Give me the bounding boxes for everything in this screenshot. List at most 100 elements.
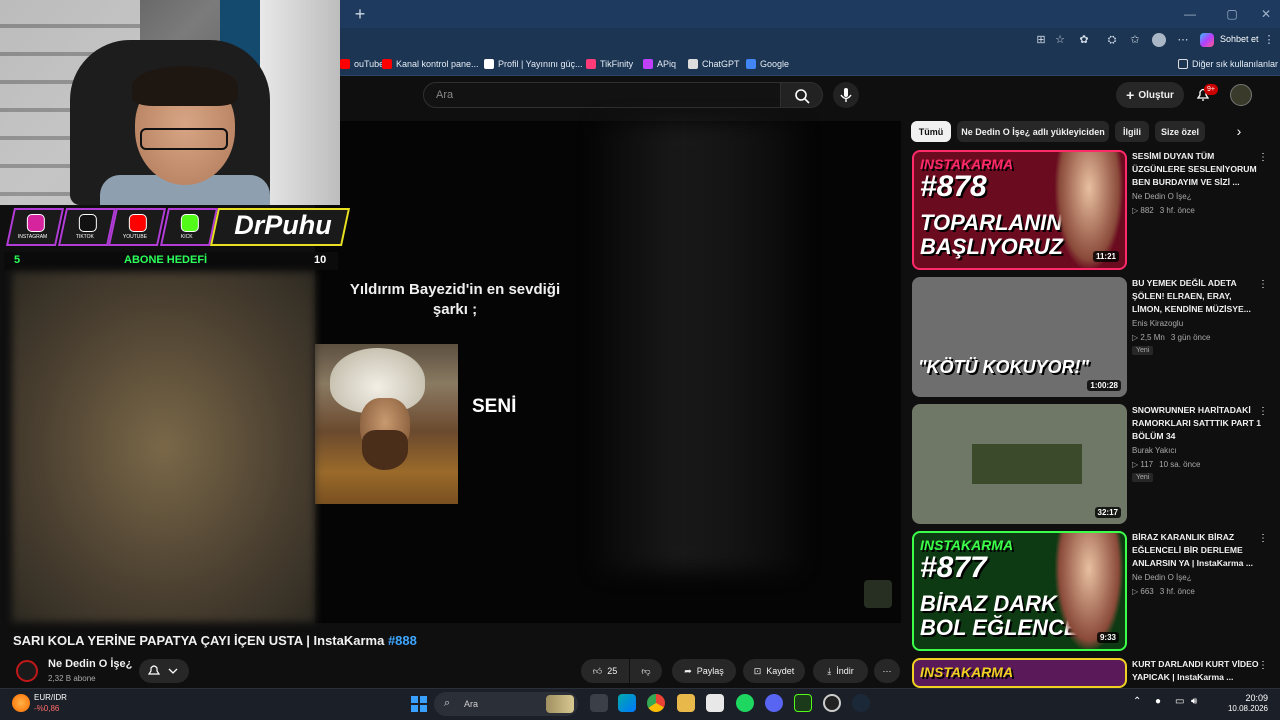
video-hashtag[interactable]: #888: [388, 633, 417, 648]
video-meta: ▷ 663 3 hf. önce: [1132, 587, 1195, 596]
video-menu-icon[interactable]: ⋮: [1258, 660, 1268, 671]
video-menu-icon[interactable]: ⋮: [1258, 279, 1268, 290]
favorites-icon[interactable]: ✩: [1128, 33, 1142, 47]
video-thumbnail[interactable]: "KÖTÜ KOKUYOR!" 1:00:28: [912, 277, 1127, 397]
upload-age: 3 hf. önce: [1159, 587, 1195, 596]
social-badge: YOUTUBE: [107, 208, 167, 246]
video-title-link[interactable]: KURT DARLANDI KURT VİDEO YAPICAK | Insta…: [1132, 658, 1262, 684]
dislike-button[interactable]: 👎︎: [630, 659, 662, 683]
clock-time[interactable]: 20:09: [1212, 693, 1268, 703]
search-input[interactable]: Ara: [423, 82, 781, 108]
file-explorer-icon[interactable]: [677, 694, 695, 712]
weather-icon[interactable]: [12, 694, 30, 712]
like-button[interactable]: 👍︎ 25: [581, 659, 629, 683]
extension-icon[interactable]: ✿: [1077, 33, 1091, 47]
chip-uploader[interactable]: Ne Dedin O İşe¿ adlı yükleyiciden: [957, 121, 1109, 142]
star-icon[interactable]: ☆: [1053, 33, 1067, 47]
video-blur-region: [599, 121, 799, 571]
clock-date[interactable]: 10.08.2026: [1200, 704, 1268, 713]
download-button[interactable]: ⤓ İndir: [813, 659, 868, 683]
task-view-icon[interactable]: [590, 694, 608, 712]
folder-icon: [1178, 59, 1188, 69]
maximize-icon[interactable]: ▢: [1222, 6, 1242, 22]
steam-icon[interactable]: [852, 694, 870, 712]
video-channel-name[interactable]: Ne Dedin O İşe¿: [1132, 573, 1192, 582]
copilot-icon[interactable]: [1200, 33, 1214, 47]
video-thumbnail[interactable]: 32:17: [912, 404, 1127, 524]
discord-icon[interactable]: [765, 694, 783, 712]
bookmark-favicon-icon: [688, 59, 698, 69]
social-logo-icon: [78, 214, 97, 232]
social-label: INSTAGRAM: [18, 234, 48, 240]
video-thumbnail[interactable]: INSTAKARMA: [912, 658, 1127, 688]
brand-name: DrPuhu: [234, 210, 332, 240]
video-title-link[interactable]: BİRAZ KARANLIK BİRAZ EĞLENCELİ BİR DERLE…: [1132, 531, 1262, 570]
video-title-text: SARI KOLA YERİNE PAPATYA ÇAYI İÇEN USTA …: [13, 633, 385, 648]
subscription-bell-button[interactable]: [139, 659, 189, 683]
video-meta: ▷ 117 10 sa. önce: [1132, 460, 1201, 469]
bookmark-item[interactable]: TikFinity: [586, 56, 633, 72]
bookmark-item[interactable]: ChatGPT: [688, 56, 740, 72]
search-icon: [795, 89, 810, 104]
video-thumbnail[interactable]: INSTAKARMA #877 BİRAZ DARK BOL EĞLENCE 9:33: [912, 531, 1127, 651]
other-bookmarks[interactable]: Diğer sık kullanılanlar: [1178, 56, 1278, 72]
bookmark-item[interactable]: APiq: [643, 56, 676, 72]
video-title-link[interactable]: SESİMİ DUYAN TÜM ÜZGÜNLERE SESLENİYORUM …: [1132, 150, 1262, 189]
apps-icon[interactable]: ⊞: [1034, 33, 1048, 47]
sidebar-more-icon[interactable]: ⋮: [1262, 33, 1276, 47]
account-avatar[interactable]: [1230, 84, 1252, 106]
close-icon[interactable]: ✕: [1256, 6, 1276, 22]
store-icon[interactable]: [706, 694, 724, 712]
bookmark-item[interactable]: ouTube: [340, 56, 384, 72]
video-menu-icon[interactable]: ⋮: [1258, 406, 1268, 417]
video-title-link[interactable]: BU YEMEK DEĞİL ADETA ŞÖLEN! ELRAEN, ERAY…: [1132, 277, 1262, 316]
kick-app-icon[interactable]: [794, 694, 812, 712]
chip-for-you[interactable]: Size özel: [1155, 121, 1205, 142]
voice-search-button[interactable]: [833, 82, 859, 108]
blurred-camera-region: [12, 272, 315, 622]
channel-watermark[interactable]: [864, 580, 892, 608]
chip-all[interactable]: Tümü: [911, 121, 951, 142]
chrome-icon[interactable]: [647, 694, 665, 712]
video-channel-name[interactable]: Burak Yakıcı: [1132, 446, 1177, 455]
more-actions-button[interactable]: ⋯: [874, 659, 900, 683]
profile-avatar[interactable]: [1152, 33, 1166, 47]
video-menu-icon[interactable]: ⋮: [1258, 152, 1268, 163]
bookmark-item[interactable]: Kanal kontrol pane...: [382, 56, 479, 72]
video-title-link[interactable]: SNOWRUNNER HARİTADAKİ RAMORKLARI SATTTIK…: [1132, 404, 1262, 443]
video-menu-icon[interactable]: ⋮: [1258, 533, 1268, 544]
taskbar-search[interactable]: ⌕ Ara: [434, 692, 578, 716]
create-button[interactable]: + Oluştur: [1116, 82, 1184, 108]
new-tab-button[interactable]: +: [350, 4, 370, 24]
spotify-icon[interactable]: [736, 694, 754, 712]
network-icon[interactable]: ▭: [1175, 696, 1184, 707]
bell-chevron-icon: [147, 665, 178, 675]
chat-button[interactable]: Sohbet et: [1220, 34, 1259, 44]
video-meta: ▷ 2,5 Mn 3 gün önce: [1132, 333, 1210, 342]
tray-mic-icon[interactable]: ●: [1155, 696, 1161, 707]
windows-start-icon[interactable]: [410, 695, 428, 713]
share-button[interactable]: ➦ Paylaş: [672, 659, 736, 683]
bookmark-item[interactable]: Profil | Yayınını güç...: [484, 56, 583, 72]
edge-icon[interactable]: [618, 694, 636, 712]
bookmark-item[interactable]: Google: [746, 56, 789, 72]
video-thumbnail[interactable]: INSTAKARMA #878 TOPARLANIN BAŞLIYORUZ 11:21: [912, 150, 1127, 270]
search-button[interactable]: [781, 82, 823, 108]
chevron-right-icon[interactable]: ›: [1230, 123, 1248, 141]
thumbnail-text: #877: [920, 551, 987, 584]
video-channel-name[interactable]: Ne Dedin O İşe¿: [1132, 192, 1192, 201]
thumbnail-text: TOPARLANIN: [920, 210, 1063, 235]
more-icon[interactable]: ⋯: [1176, 33, 1190, 47]
thumbnail-text: BİRAZ DARK: [920, 591, 1057, 616]
collections-icon[interactable]: ⛭: [1105, 33, 1119, 47]
save-button[interactable]: ⊡ Kaydet: [743, 659, 805, 683]
channel-name[interactable]: Ne Dedin O İşe¿: [48, 658, 132, 670]
obs-icon[interactable]: [823, 694, 841, 712]
social-label: TIKTOK: [75, 234, 94, 240]
channel-avatar[interactable]: [16, 660, 38, 682]
chip-related[interactable]: İlgili: [1115, 121, 1149, 142]
tray-chevron-icon[interactable]: ⌃: [1133, 696, 1141, 707]
minimize-icon[interactable]: —: [1180, 6, 1200, 22]
video-channel-name[interactable]: Enis Kirazoglu: [1132, 319, 1183, 328]
volume-icon[interactable]: 🔊︎: [1191, 696, 1197, 707]
